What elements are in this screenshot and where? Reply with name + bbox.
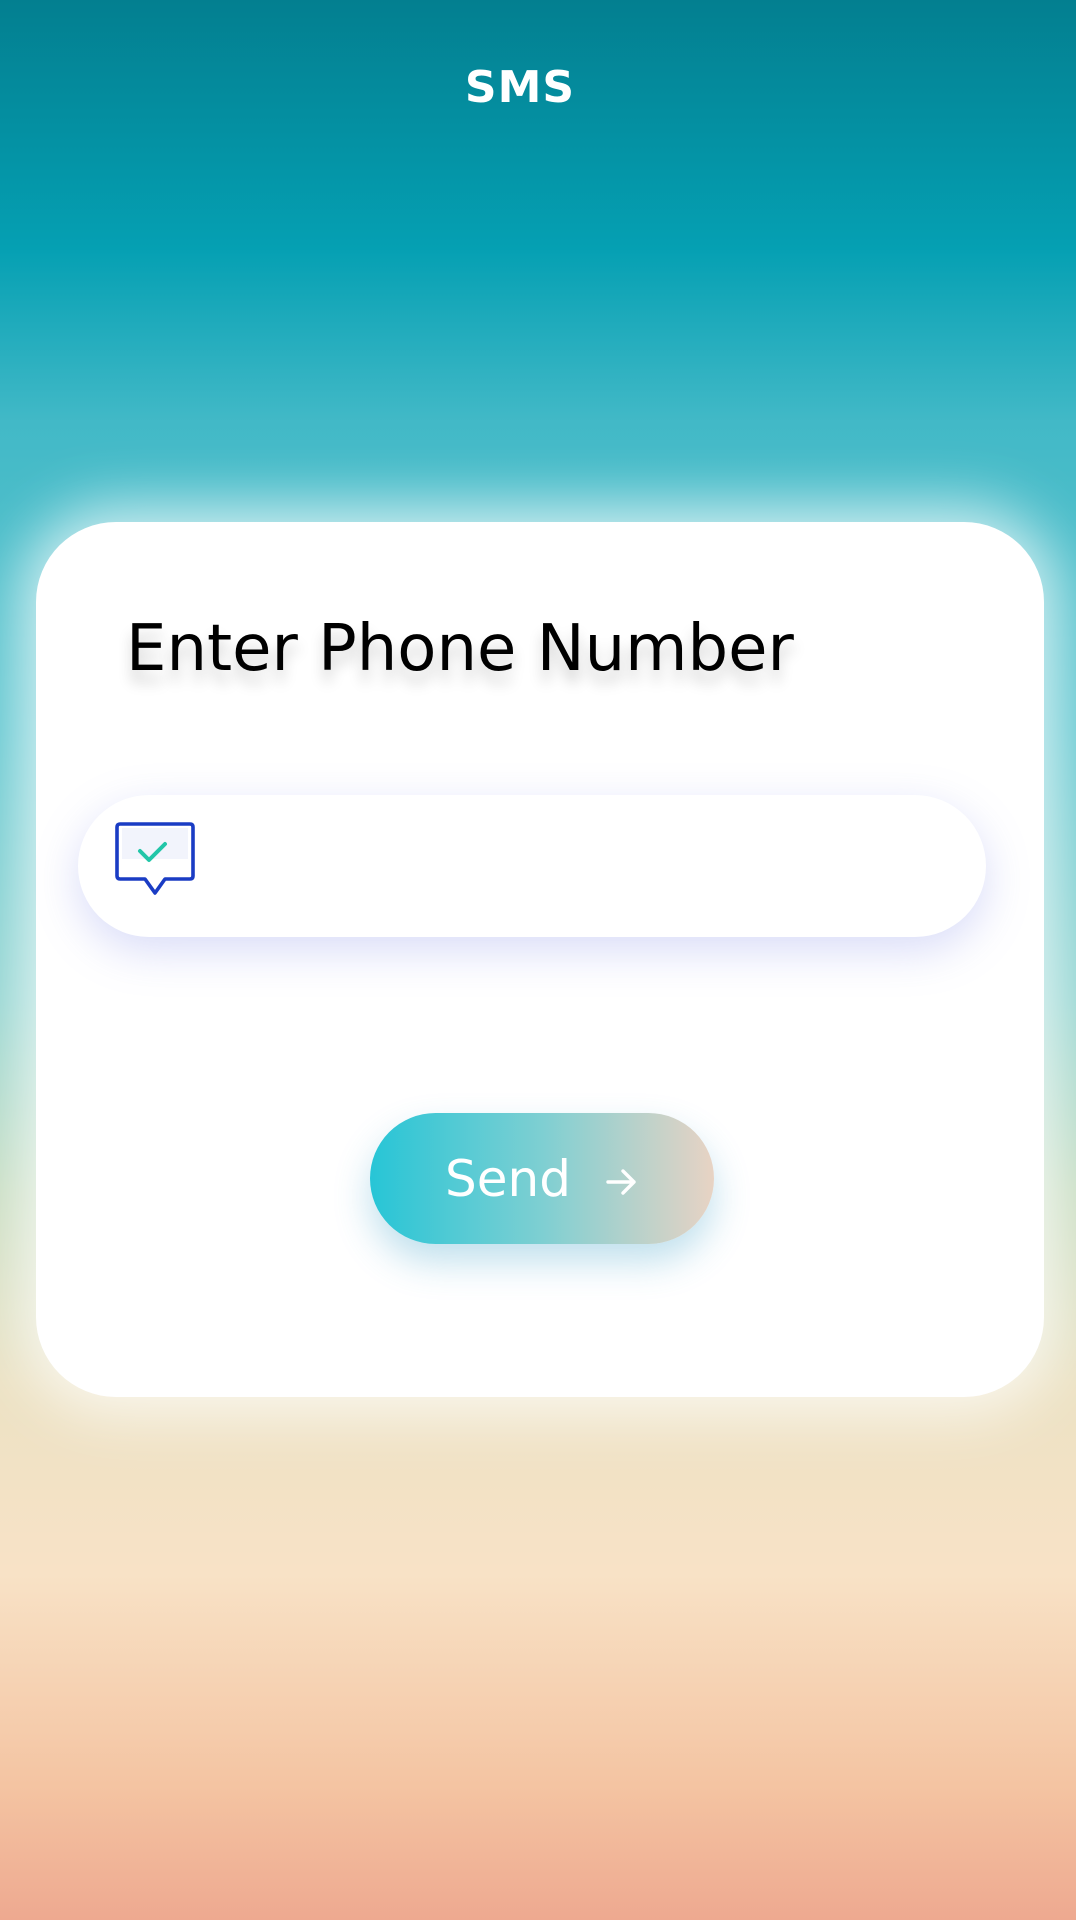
- send-button[interactable]: Send: [370, 1113, 714, 1244]
- edge-strip: [1076, 0, 1080, 1920]
- phone-input-container[interactable]: [78, 795, 986, 937]
- phone-number-input[interactable]: [228, 825, 952, 907]
- send-button-label: Send: [445, 1149, 571, 1208]
- page-title: SMS: [464, 62, 576, 113]
- arrow-right-icon: [606, 1168, 636, 1195]
- phone-card: Enter Phone Number Send: [36, 522, 1044, 1397]
- message-check-icon: [115, 822, 195, 895]
- card-heading: Enter Phone Number: [126, 612, 794, 686]
